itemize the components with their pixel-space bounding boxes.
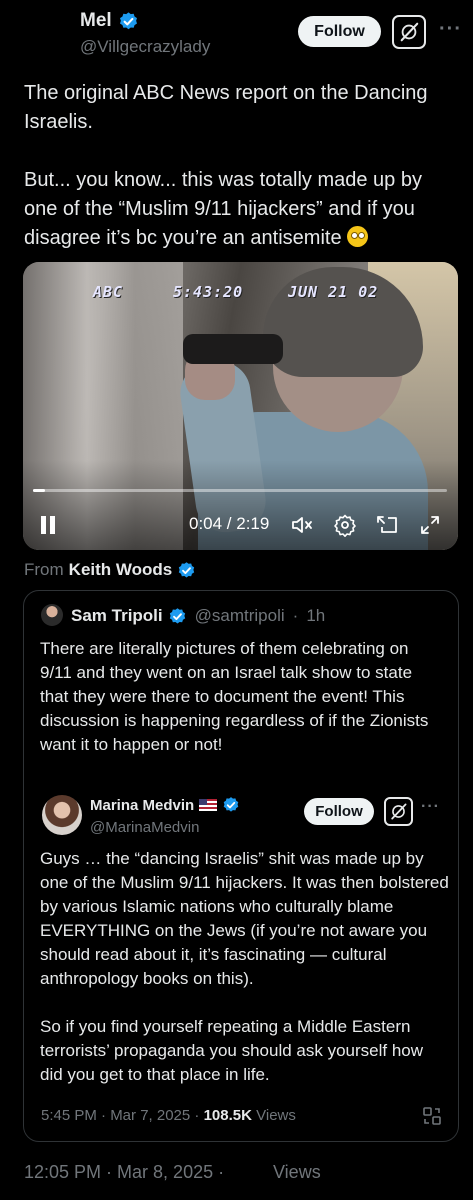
grok-slash-icon xyxy=(391,803,407,820)
quoted-post-age: 1h xyxy=(306,606,326,625)
muted-volume-icon[interactable] xyxy=(290,514,314,541)
nested-follow-button[interactable]: Follow xyxy=(304,798,374,825)
video-player[interactable]: ABC 5:43:20 JUN 21 02 0:04 / 2:19 xyxy=(23,262,458,550)
post-timestamp[interactable]: 12:05 PM · Mar 8, 2025 · xyxy=(24,1162,224,1183)
verified-badge-icon xyxy=(223,797,239,812)
verified-badge-icon xyxy=(179,561,195,578)
author-name-row[interactable]: Mel xyxy=(80,10,139,32)
nested-post-text: Guys … the “dancing Israelis” shit was m… xyxy=(40,847,450,1087)
post-text-line-end: disagree it’s bc you’re an antisemite xyxy=(24,227,342,249)
more-options-icon[interactable]: ··· xyxy=(439,18,462,41)
quoted-post[interactable]: Sam Tripoli @samtripoli · 1h There are l… xyxy=(23,590,459,1142)
separator-dot: · xyxy=(292,606,299,625)
quoted-author-name[interactable]: Sam Tripoli xyxy=(71,606,163,626)
post-text-line: one of the “Muslim 9/11 hijackers” and i… xyxy=(24,198,415,220)
post-header: Mel @Villgecrazylady Follow ··· xyxy=(0,0,473,70)
avatar[interactable] xyxy=(41,604,63,626)
quoted-post-text: There are literally pictures of them cel… xyxy=(40,639,429,754)
video-osd-time: 5:43:20 xyxy=(173,283,244,301)
video-progress-fill xyxy=(33,489,46,492)
author-handle[interactable]: @Villgecrazylady xyxy=(80,37,210,57)
from-author-name[interactable]: Keith Woods xyxy=(69,560,173,580)
video-osd-station: ABC xyxy=(93,283,124,301)
nested-post-meta: 5:45 PM · Mar 7, 2025 · 108.5K Views xyxy=(41,1107,296,1124)
nested-post-paragraph: Guys … the “dancing Israelis” shit was m… xyxy=(40,849,449,988)
post-text-line: Israelis. xyxy=(24,111,93,133)
pause-icon[interactable] xyxy=(41,516,55,534)
nested-post-paragraph: So if you find yourself repeating a Midd… xyxy=(40,1017,424,1084)
post-text-line: But... you know... this was totally made… xyxy=(24,169,422,191)
grok-icon[interactable] xyxy=(384,797,413,826)
nested-author-name-row[interactable]: Marina Medvin xyxy=(90,796,240,814)
post-text: The original ABC News report on the Danc… xyxy=(24,79,454,253)
avatar[interactable] xyxy=(42,795,82,835)
grok-slash-icon xyxy=(400,22,419,42)
nested-author-handle[interactable]: @MarinaMedvin xyxy=(90,819,199,836)
settings-gear-icon[interactable] xyxy=(333,513,357,542)
from-label: From xyxy=(24,560,64,579)
rolling-eyes-emoji-icon xyxy=(347,226,369,247)
video-progress-bar[interactable] xyxy=(33,489,447,492)
quoted-author-handle[interactable]: @samtripoli xyxy=(195,606,285,626)
video-source: From Keith Woods xyxy=(24,560,196,580)
post-text-line: disagree it’s bc you’re an antisemite xyxy=(24,224,454,253)
follow-button[interactable]: Follow xyxy=(298,16,381,47)
video-binoculars xyxy=(183,334,283,364)
fullscreen-icon[interactable] xyxy=(419,514,441,541)
nested-author-name[interactable]: Marina Medvin xyxy=(90,797,194,814)
post-text-line: The original ABC News report on the Danc… xyxy=(24,82,428,104)
quoted-post-header: Sam Tripoli @samtripoli · 1h xyxy=(71,606,325,626)
post-views-label: Views xyxy=(273,1162,321,1182)
verified-badge-icon xyxy=(169,607,185,624)
video-osd-date: JUN 21 02 xyxy=(288,283,379,301)
more-options-icon[interactable]: ··· xyxy=(421,798,440,816)
nested-views-label: Views xyxy=(256,1107,296,1124)
author-name[interactable]: Mel xyxy=(80,10,112,32)
grok-icon[interactable] xyxy=(392,15,426,49)
nested-views-count: 108.5K xyxy=(203,1107,252,1124)
video-time: 0:04 / 2:19 xyxy=(189,514,270,533)
us-flag-icon xyxy=(199,799,218,811)
nested-post-timestamp[interactable]: 5:45 PM · Mar 7, 2025 · xyxy=(41,1107,199,1124)
picture-in-picture-icon[interactable] xyxy=(375,514,399,541)
verified-badge-icon xyxy=(119,11,137,29)
translate-icon[interactable] xyxy=(422,1106,442,1131)
